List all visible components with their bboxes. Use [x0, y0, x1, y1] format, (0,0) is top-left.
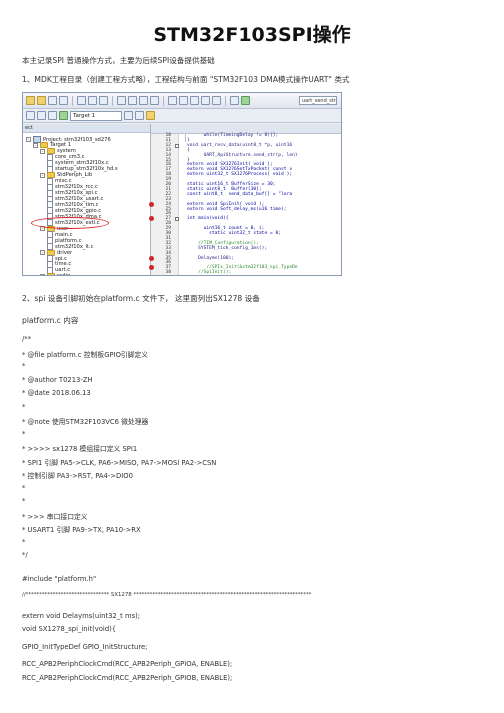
code-listing-line: RCC_APB2PeriphClockCmd(RCC_APB2Periph_GP… — [22, 660, 233, 668]
code-text: const uint8_t send_data_buf[] = "lora — [187, 191, 293, 197]
toolbar-divider — [163, 95, 164, 106]
highlight-circle-spi-lib — [31, 217, 109, 229]
bookmark-icon[interactable] — [168, 96, 177, 105]
breakpoint-icon[interactable] — [149, 216, 154, 222]
code-listing-line: * — [22, 497, 26, 505]
save-icon[interactable] — [48, 96, 57, 105]
code-text: Delayms(100); — [187, 255, 235, 261]
code-listing-line: /** — [22, 335, 32, 343]
uncomment-icon[interactable] — [212, 96, 221, 105]
new-file-icon[interactable] — [26, 96, 35, 105]
content-label: platform.c 内容 — [22, 316, 79, 325]
code-listing-line: * >>> 串口接口定义 — [22, 512, 88, 521]
step1-paragraph: 1、MDK工程目录（创建工程方式略），工程结构与前面 "STM32F103 DM… — [22, 75, 350, 84]
line-number: 38 — [165, 270, 171, 276]
find-icon[interactable] — [230, 96, 239, 105]
expand-toggle-icon[interactable]: - — [26, 137, 31, 142]
step2-paragraph: 2、spi 设备引脚初始在platform.c 文件下， 这里面列出SX1278… — [22, 294, 260, 303]
code-text: SYSTEM_tick_config_1ms(); — [187, 245, 268, 251]
download-icon[interactable] — [59, 111, 68, 120]
code-listing-line: * — [22, 402, 26, 411]
project-panel: ect - Project: stm32f103_sd276- Target 1-s… — [23, 124, 151, 275]
code-listing-line: * >>>> sx1278 模组接口定义 SPI1 — [22, 445, 138, 453]
debug-icon[interactable] — [241, 96, 250, 105]
code-line: 38 //SpiInit(); — [151, 270, 341, 276]
expand-toggle-icon[interactable]: - — [40, 148, 45, 154]
code-listing-line: void SX1278_spi_init(void){ — [22, 625, 117, 633]
project-panel-header: ect — [23, 124, 150, 133]
code-listing-line: #include "platform.h" — [22, 574, 97, 583]
rebuild-icon[interactable] — [48, 111, 57, 120]
fold-toggle-icon[interactable] — [175, 143, 179, 148]
expand-toggle-icon[interactable]: - — [40, 250, 45, 256]
code-listing-line: * @date 2018.06.13 — [22, 389, 91, 397]
code-editor: main.c 10 while(TimeingDelay != 0){};11}… — [149, 124, 341, 276]
comment-icon[interactable] — [201, 96, 210, 105]
code-listing-line: extern void Delayms(uint32_t ms); — [22, 611, 141, 620]
ide-toolbar: uart_send_str — [23, 93, 341, 109]
toolbar-divider — [72, 95, 73, 106]
paste-icon[interactable] — [99, 96, 108, 105]
undo-icon[interactable] — [117, 96, 126, 105]
indent-icon[interactable] — [179, 96, 188, 105]
target-options-icon[interactable] — [124, 111, 133, 120]
code-listing-line: RCC_APB2PeriphClockCmd(RCC_APB2Periph_GP… — [22, 673, 233, 682]
breakpoint-icon[interactable] — [149, 255, 154, 261]
code-text: int main(void){ — [187, 216, 229, 222]
code-listing-line: * SPI1 引脚 PA5->CLK, PA6->MISO, PA7->MOSI… — [22, 458, 217, 467]
code-listing-line: * USART1 引脚 PA9->TX, PA10->RX — [22, 526, 141, 534]
find-text-input[interactable]: uart_send_str — [299, 96, 337, 105]
open-folder-icon[interactable] — [37, 96, 46, 105]
code-text: UART_ApiStructure.send_str(p, len) — [187, 152, 298, 158]
breakpoint-icon[interactable] — [149, 265, 154, 271]
expand-toggle-icon[interactable]: - — [40, 273, 45, 275]
code-listing-line: GPIO_InitTypeDef GPIO_InitStructure; — [22, 642, 148, 651]
code-listing-line: * — [22, 537, 26, 546]
page-title: STM32F103SPI操作 — [153, 24, 351, 46]
redo-icon[interactable] — [128, 96, 137, 105]
intro-paragraph: 本主记录SPI 普通操作方式，主要为后续SPI设备提供基础 — [22, 56, 215, 65]
toolbar-divider — [112, 95, 113, 106]
code-listing-line: * @author T0213-ZH — [22, 375, 93, 384]
breakpoint-icon[interactable] — [149, 201, 154, 207]
copy-icon[interactable] — [88, 96, 97, 105]
expand-toggle-icon[interactable]: - — [40, 172, 45, 178]
navigate-back-icon[interactable] — [139, 96, 148, 105]
code-text: extern void Soft_delay_ms(u16 time); — [187, 206, 287, 212]
save-all-icon[interactable] — [59, 96, 68, 105]
expand-toggle-icon[interactable]: - — [33, 142, 38, 148]
tree-item-label: radio — [57, 273, 70, 275]
outdent-icon[interactable] — [190, 96, 199, 105]
code-text: //SpiInit(); — [187, 270, 232, 276]
code-listing-line: * — [22, 429, 26, 438]
cut-icon[interactable] — [77, 96, 86, 105]
code-listing-line: * @note 使用STM32F103VC6 微处理器 — [22, 418, 149, 426]
code-listing-line: * — [22, 362, 26, 370]
build-toolbar: Target 1 — [23, 109, 341, 123]
code-listing-line: * — [22, 483, 26, 492]
code-text: static uint32_t state = 0; — [187, 231, 282, 236]
fold-toggle-icon[interactable] — [175, 217, 179, 222]
toolbar-divider — [225, 95, 226, 106]
folder-icon — [47, 273, 55, 275]
pack-installer-icon[interactable] — [146, 111, 155, 120]
code-text: void uart_recv_data(uint8_t *p, uint16 — [187, 142, 293, 148]
manage-components-icon[interactable] — [135, 111, 144, 120]
code-listing-line: * @file platform.c 控制板GPIO引脚定义 — [22, 350, 149, 359]
code-text: while(TimeingDelay != 0){}; — [187, 133, 279, 138]
tree-item[interactable]: - radio — [40, 272, 70, 275]
build-icon[interactable] — [37, 111, 46, 120]
code-text: extern uint32_t SX1276Process( void ); — [187, 172, 293, 178]
navigate-forward-icon[interactable] — [150, 96, 159, 105]
code-listing-line: //******************************* SX1278… — [22, 592, 312, 598]
target-select[interactable]: Target 1 — [70, 110, 122, 121]
code-listing-line: * 控制引脚 PA3->RST, PA4->DIO0 — [22, 472, 133, 480]
ide-screenshot: uart_send_str Target 1 ect - Project: stm… — [22, 92, 342, 276]
code-listing-line: */ — [22, 551, 28, 559]
compile-icon[interactable] — [26, 111, 35, 120]
